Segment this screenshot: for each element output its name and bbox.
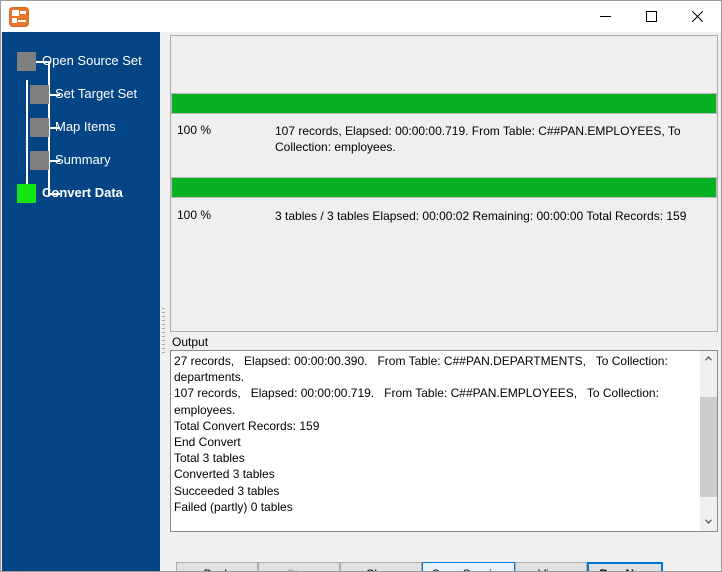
sidebar-item-label: Set Target Set <box>55 86 138 101</box>
sidebar-item-label: Summary <box>55 152 111 167</box>
overall-progress-message: 3 tables / 3 tables Elapsed: 00:00:02 Re… <box>275 209 687 223</box>
splitter-grip-handle[interactable] <box>162 308 165 354</box>
close-icon[interactable] <box>674 1 720 31</box>
table-progress-message: 107 records, Elapsed: 00:00:00.719. From… <box>275 124 681 154</box>
step-indicator-square <box>30 85 49 104</box>
output-scrollbar[interactable] <box>699 351 717 531</box>
step-indicator-square <box>30 151 49 170</box>
progress-region: 100 % 107 records, Elapsed: 00:00:00.719… <box>170 35 718 332</box>
scrollbar-thumb[interactable] <box>700 397 717 497</box>
table-progress-fill <box>172 94 716 113</box>
output-label: Output <box>172 335 209 349</box>
maximize-icon[interactable] <box>628 1 674 31</box>
sidebar-item-summary[interactable]: Summary <box>2 144 160 177</box>
step-indicator-square <box>30 118 49 137</box>
stop-button: Stop <box>258 562 340 571</box>
table-progress-bar <box>171 93 717 114</box>
overall-progress-percent: 100 % <box>177 208 212 222</box>
sidebar-item-convert-data[interactable]: Convert Data <box>2 177 160 210</box>
view-button[interactable]: View <box>515 562 587 571</box>
output-log-text: 27 records, Elapsed: 00:00:00.390. From … <box>174 354 668 514</box>
sidebar-item-label: Convert Data <box>42 185 123 200</box>
wizard-steps-sidebar: Open Source Set Set Target Set Map Items… <box>2 32 160 571</box>
main-content-panel: 100 % 107 records, Elapsed: 00:00:00.719… <box>167 32 721 571</box>
table-progress-percent: 100 % <box>177 123 212 137</box>
output-log-box[interactable]: 27 records, Elapsed: 00:00:00.390. From … <box>170 350 718 532</box>
sidebar-item-label: Open Source Set <box>42 53 142 68</box>
scroll-down-icon[interactable] <box>700 514 717 531</box>
action-button-bar: Back Stop Close Save Session View Buy No… <box>167 540 721 571</box>
close-button[interactable]: Close <box>340 562 422 571</box>
convert-data-window: Open Source Set Set Target Set Map Items… <box>0 0 722 572</box>
save-session-button[interactable]: Save Session <box>422 562 515 571</box>
overall-progress-bar <box>171 177 717 198</box>
step-indicator-square <box>17 52 36 71</box>
sidebar-item-open-source-set[interactable]: Open Source Set <box>2 45 160 78</box>
sidebar-splitter[interactable] <box>160 32 167 571</box>
buy-now-button[interactable]: Buy Now <box>587 562 663 571</box>
title-bar <box>1 1 721 33</box>
app-icon <box>9 7 29 27</box>
minimize-icon[interactable] <box>582 1 628 31</box>
sidebar-item-label: Map Items <box>55 119 116 134</box>
overall-progress-fill <box>172 178 716 197</box>
sidebar-item-map-items[interactable]: Map Items <box>2 111 160 144</box>
scroll-up-icon[interactable] <box>700 351 717 368</box>
step-indicator-square-active <box>17 184 36 203</box>
back-button[interactable]: Back <box>176 562 258 571</box>
sidebar-item-set-target-set[interactable]: Set Target Set <box>2 78 160 111</box>
